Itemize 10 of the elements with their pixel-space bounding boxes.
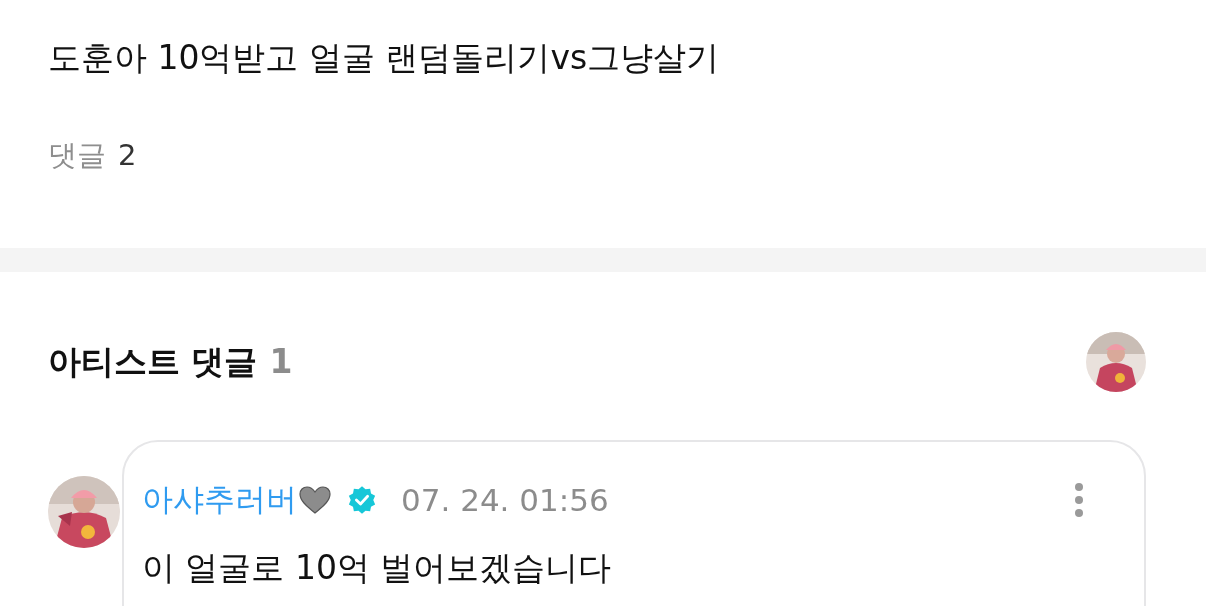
section-heading: 아티스트 댓글 xyxy=(48,341,258,381)
comments-label: 댓글 xyxy=(48,137,106,174)
author-name[interactable]: 아샤추러버 xyxy=(142,479,297,521)
section-count: 1 xyxy=(269,341,293,381)
post-title: 도훈아 10억받고 얼굴 랜덤돌리기vs그냥살기 xyxy=(48,37,721,79)
heart-icon xyxy=(299,486,331,514)
more-icon[interactable] xyxy=(1074,482,1084,518)
comment-text: 이 얼굴로 10억 벌어보겠습니다 xyxy=(142,547,613,589)
comments-count: 2 xyxy=(118,138,137,172)
comment-time: 07. 24. 01:56 xyxy=(401,482,609,518)
